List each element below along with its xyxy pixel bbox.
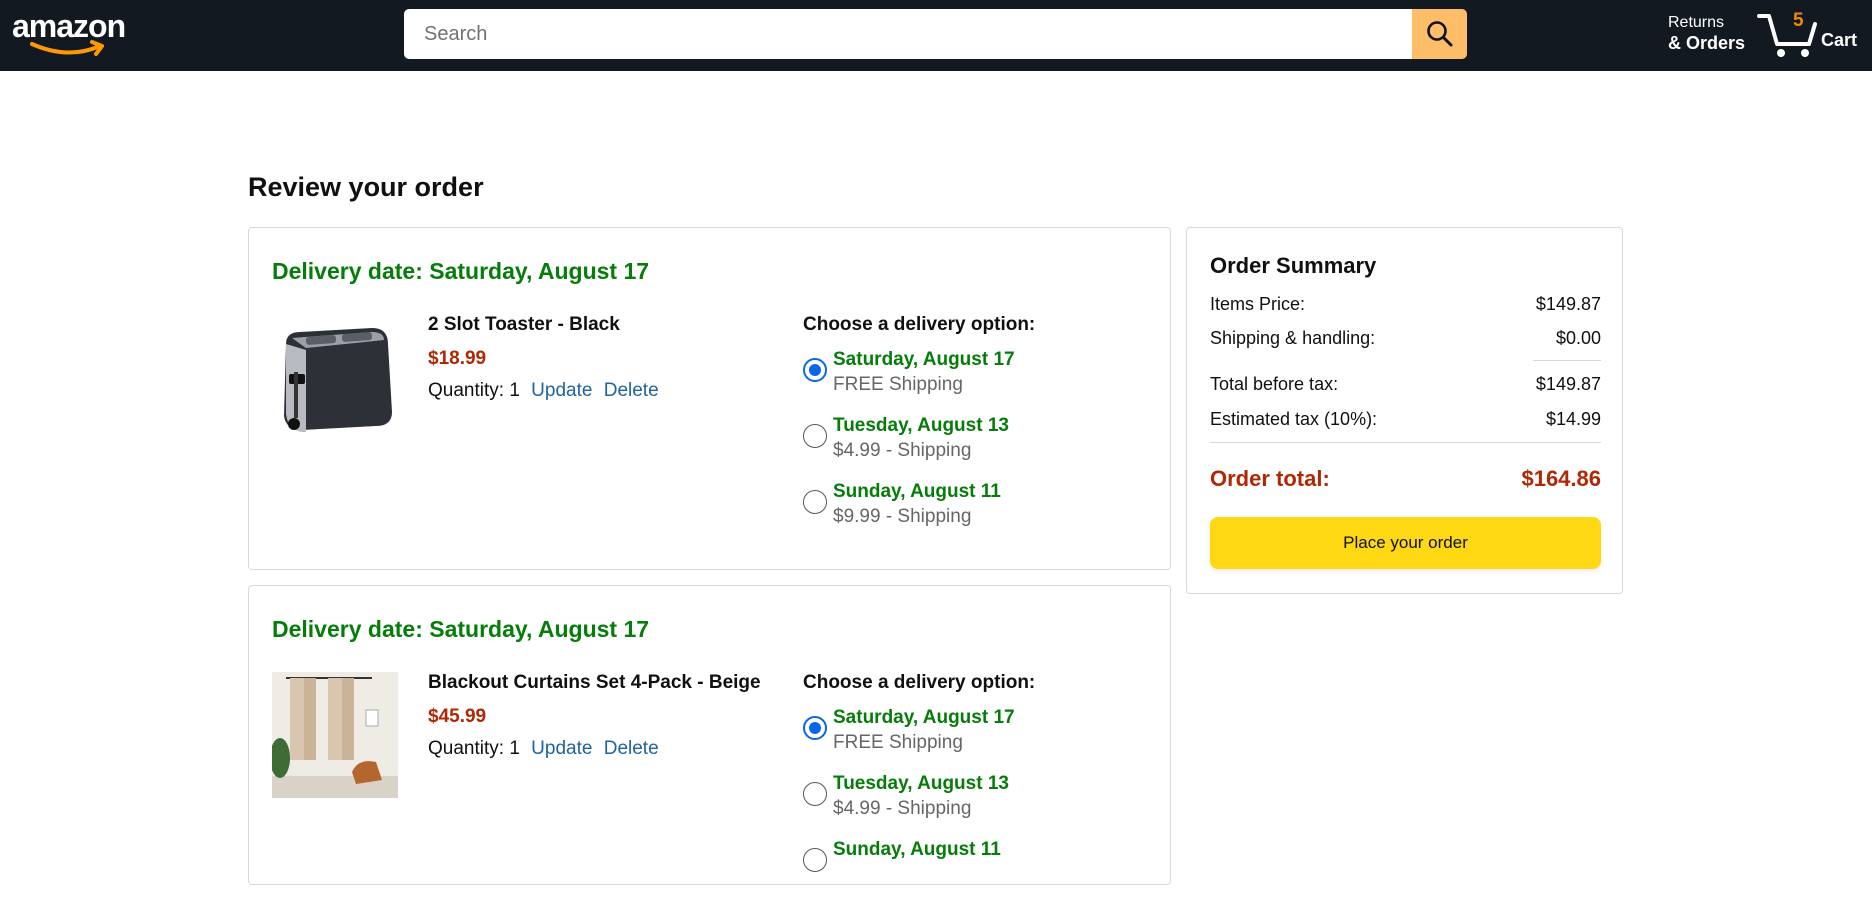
delivery-options-title: Choose a delivery option: <box>803 672 1036 693</box>
items-price-label: Items Price: <box>1210 294 1306 314</box>
product-name[interactable]: Blackout Curtains Set 4-Pack - Beige <box>428 672 761 694</box>
delivery-options: Choose a delivery option: Saturday, Augu… <box>803 314 1035 546</box>
radio-button[interactable] <box>803 848 827 872</box>
cart-icon <box>1757 14 1817 57</box>
before-tax-value: $149.87 <box>1535 374 1601 394</box>
toaster-image[interactable] <box>272 314 398 440</box>
product-info: Blackout Curtains Set 4-Pack - Beige $45… <box>428 672 761 760</box>
order-total-label: Order total: <box>1210 466 1330 491</box>
cart-label: Cart <box>1821 30 1858 50</box>
option-shipping: FREE Shipping <box>833 732 963 753</box>
search-button[interactable] <box>1412 9 1467 59</box>
delete-link[interactable]: Delete <box>604 380 659 401</box>
quantity-row: Quantity: 1 Update Delete <box>428 380 659 402</box>
curtains-image[interactable] <box>272 672 398 798</box>
radio-button[interactable] <box>803 782 827 806</box>
quantity-row: Quantity: 1 Update Delete <box>428 738 761 760</box>
product-price: $45.99 <box>428 706 487 727</box>
option-shipping: $9.99 - Shipping <box>833 506 972 527</box>
option-date: Saturday, August 17 <box>833 349 1015 370</box>
search-bar <box>404 9 1467 59</box>
cart-button[interactable]: 5 Cart <box>1757 8 1867 60</box>
delivery-date-heading: Delivery date: Saturday, August 17 <box>272 616 650 642</box>
order-total-value: $164.86 <box>1521 466 1601 491</box>
order-total-row: Order total: $164.86 <box>1210 466 1601 492</box>
product-price: $18.99 <box>428 348 487 369</box>
quantity-label: Quantity: 1 <box>428 738 520 759</box>
delivery-option[interactable]: Tuesday, August 13 $4.99 - Shipping <box>803 414 1035 480</box>
option-date: Tuesday, August 13 <box>833 773 1009 794</box>
delivery-options-title: Choose a delivery option: <box>803 314 1036 335</box>
top-navigation-bar: amazon Returns & Orders 5 Cart <box>0 0 1872 71</box>
orders-label: & Orders <box>1668 33 1746 53</box>
before-tax-row: Total before tax: $149.87 <box>1210 374 1601 395</box>
option-date: Sunday, August 11 <box>833 481 1001 502</box>
search-icon <box>1426 21 1452 47</box>
option-shipping: $4.99 - Shipping <box>833 440 972 461</box>
search-input[interactable] <box>404 9 1412 59</box>
place-order-button[interactable]: Place your order <box>1210 517 1601 569</box>
delivery-option[interactable]: Sunday, August 11 $9.99 - Shipping <box>803 480 1035 546</box>
divider <box>1533 360 1601 361</box>
returns-orders-link[interactable]: Returns & Orders <box>1668 12 1745 54</box>
delivery-option[interactable]: Saturday, August 17 FREE Shipping <box>803 706 1035 772</box>
returns-label: Returns <box>1668 14 1725 31</box>
cart-count-badge: 5 <box>1793 10 1804 31</box>
delivery-option[interactable]: Saturday, August 17 FREE Shipping <box>803 348 1035 414</box>
shipping-row: Shipping & handling: $0.00 <box>1210 328 1601 349</box>
radio-button[interactable] <box>803 424 827 448</box>
shipping-value: $0.00 <box>1555 328 1601 348</box>
quantity-label: Quantity: 1 <box>428 380 520 401</box>
delivery-option[interactable]: Tuesday, August 13 $4.99 - Shipping <box>803 772 1035 838</box>
before-tax-label: Total before tax: <box>1210 374 1339 394</box>
order-item-card: Delivery date: Saturday, August 17 Black… <box>248 585 1171 885</box>
tax-row: Estimated tax (10%): $14.99 <box>1210 409 1601 430</box>
shipping-label: Shipping & handling: <box>1210 328 1376 348</box>
delivery-date-heading: Delivery date: Saturday, August 17 <box>272 258 650 284</box>
update-link[interactable]: Update <box>531 380 592 401</box>
items-price-row: Items Price: $149.87 <box>1210 294 1601 315</box>
option-date: Saturday, August 17 <box>833 707 1015 728</box>
radio-button-selected[interactable] <box>803 716 827 740</box>
product-name[interactable]: 2 Slot Toaster - Black <box>428 314 659 336</box>
items-price-value: $149.87 <box>1535 294 1601 314</box>
product-info: 2 Slot Toaster - Black $18.99 Quantity: … <box>428 314 659 402</box>
radio-button[interactable] <box>803 490 827 514</box>
order-summary-title: Order Summary <box>1210 253 1377 278</box>
order-summary-panel: Order Summary Items Price: $149.87 Shipp… <box>1186 227 1623 594</box>
option-date: Sunday, August 11 <box>833 839 1001 860</box>
delete-link[interactable]: Delete <box>604 738 659 759</box>
option-shipping: FREE Shipping <box>833 374 963 395</box>
smile-arrow-icon <box>30 40 104 56</box>
tax-value: $14.99 <box>1545 409 1601 429</box>
delivery-options: Choose a delivery option: Saturday, Augu… <box>803 672 1035 904</box>
option-shipping: $4.99 - Shipping <box>833 798 972 819</box>
update-link[interactable]: Update <box>531 738 592 759</box>
amazon-logo[interactable]: amazon <box>12 8 142 56</box>
radio-button-selected[interactable] <box>803 358 827 382</box>
tax-label: Estimated tax (10%): <box>1210 409 1378 429</box>
divider <box>1210 442 1601 443</box>
delivery-option[interactable]: Sunday, August 11 <box>803 838 1035 904</box>
page-title: Review your order <box>248 172 484 202</box>
option-date: Tuesday, August 13 <box>833 415 1009 436</box>
order-item-card: Delivery date: Saturday, August 17 2 Slo… <box>248 227 1171 570</box>
